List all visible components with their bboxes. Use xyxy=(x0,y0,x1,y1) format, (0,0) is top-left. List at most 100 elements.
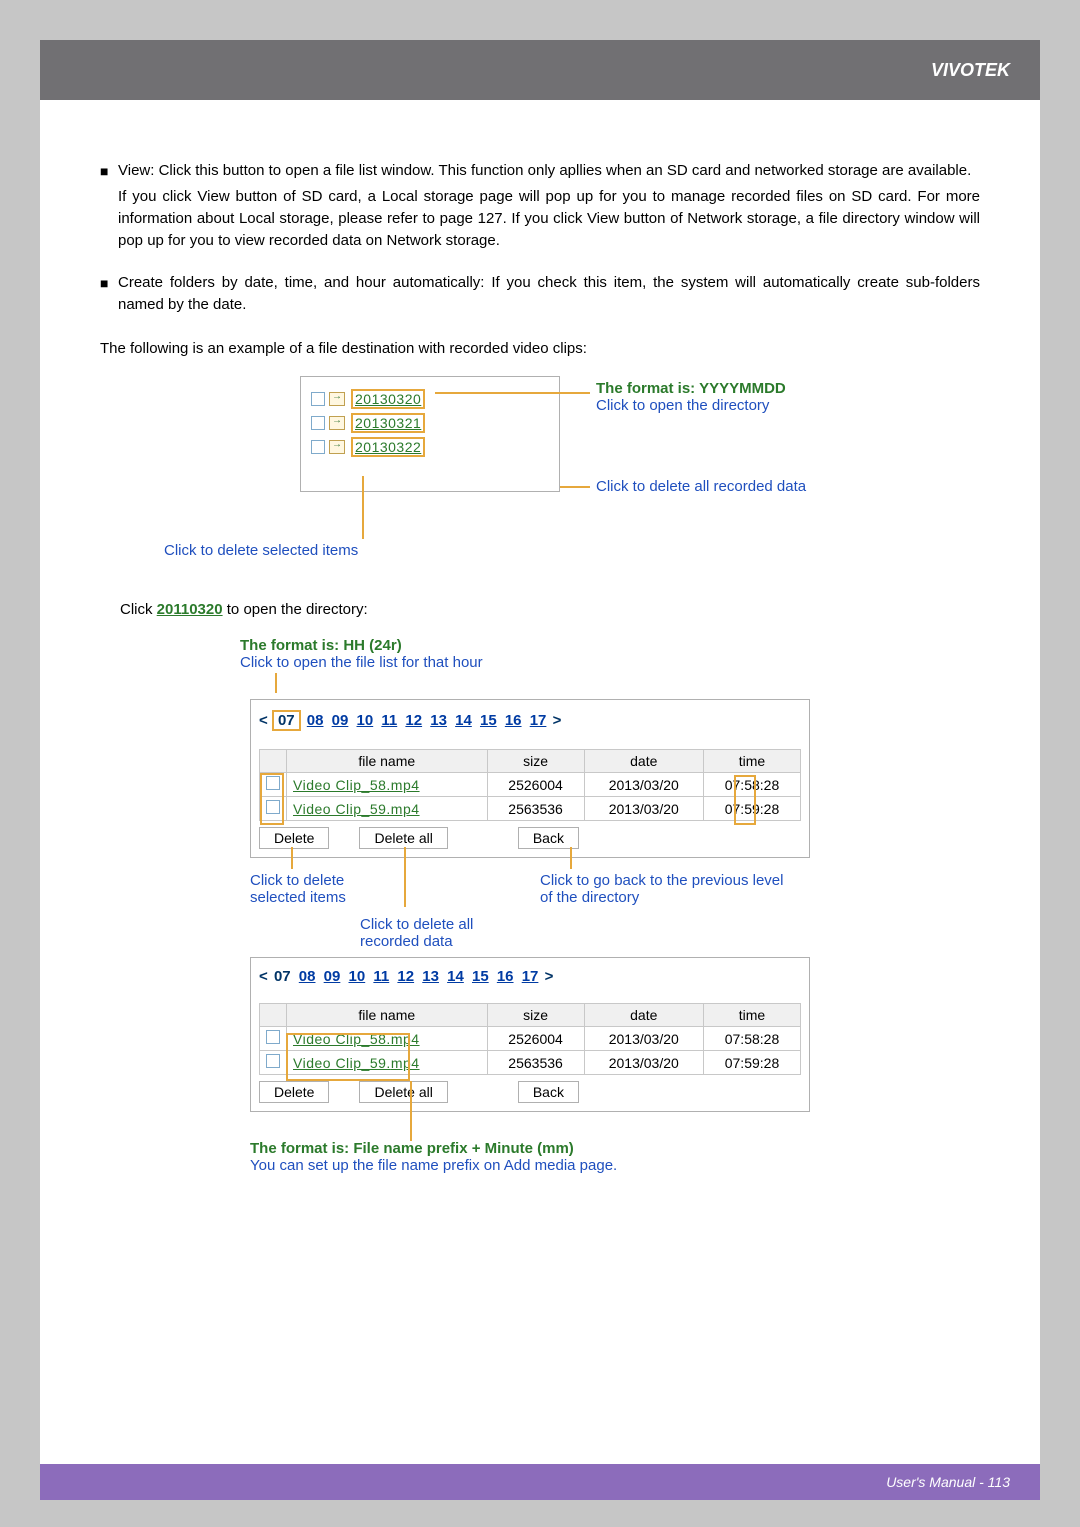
header: VIVOTEK xyxy=(40,40,1040,100)
th-size: size xyxy=(487,1004,584,1027)
checkbox[interactable] xyxy=(266,776,280,790)
connector xyxy=(435,392,590,394)
checkbox[interactable] xyxy=(266,1054,280,1068)
file-date: 2013/03/20 xyxy=(584,1027,703,1051)
delete-all-button[interactable]: Delete all xyxy=(359,1081,447,1103)
hour-link[interactable]: 10 xyxy=(349,968,366,985)
hour-link[interactable]: 17 xyxy=(522,968,539,985)
hour-current: 07 xyxy=(278,712,295,729)
hour-link[interactable]: 09 xyxy=(332,712,349,729)
connector xyxy=(560,486,590,488)
folder-link[interactable]: 20130322 xyxy=(351,437,425,457)
nav-right[interactable]: > xyxy=(553,712,562,729)
callout-green: The format is: YYYYMMDD xyxy=(596,380,786,397)
hour-link[interactable]: 15 xyxy=(480,712,497,729)
hour-link[interactable]: 10 xyxy=(357,712,374,729)
th-fname: file name xyxy=(287,1004,488,1027)
callout-back: Click to go back to the previous level o… xyxy=(540,872,800,906)
connector xyxy=(275,673,277,693)
manual-page: VIVOTEK ■ View: Click this button to ope… xyxy=(40,40,1040,1500)
hour-link[interactable]: 12 xyxy=(397,968,414,985)
callout-delete-all: Click to delete all recorded data xyxy=(596,478,806,495)
bullet-create-folders: ■ Create folders by date, time, and hour… xyxy=(100,272,980,316)
date-link[interactable]: 20110320 xyxy=(157,601,223,618)
hour-link[interactable]: 14 xyxy=(447,968,464,985)
th-date: date xyxy=(584,750,703,773)
file-link[interactable]: Video Clip_58.mp4 xyxy=(287,1027,488,1051)
file-date: 2013/03/20 xyxy=(584,797,703,821)
file-table: file name size date time Video Clip_58.m… xyxy=(259,749,801,821)
bullet-icon: ■ xyxy=(100,272,118,316)
callout-delete: Click to delete selected items xyxy=(250,872,390,906)
back-button[interactable]: Back xyxy=(518,827,579,849)
callout-blue: Click to open the directory xyxy=(596,397,769,414)
nav-left[interactable]: < xyxy=(259,968,268,985)
checkbox[interactable] xyxy=(266,1030,280,1044)
callout-blue: You can set up the file name prefix on A… xyxy=(250,1157,617,1174)
bullet-text: View: Click this button to open a file l… xyxy=(118,160,980,182)
callout-row: Click to delete selected items Click to … xyxy=(250,862,980,957)
folder-icon xyxy=(329,440,345,454)
brand: VIVOTEK xyxy=(931,60,1010,81)
hour-link[interactable]: 16 xyxy=(505,712,522,729)
file-panel-wrap2: < 07 08 09 10 11 12 13 14 15 16 17 > xyxy=(250,957,980,1112)
hour-link[interactable]: 11 xyxy=(373,968,389,985)
footer: User's Manual - 113 xyxy=(40,1464,1040,1500)
checkbox[interactable] xyxy=(311,392,325,406)
hour-link[interactable]: 09 xyxy=(324,968,341,985)
file-size: 2526004 xyxy=(487,1027,584,1051)
delete-button[interactable]: Delete xyxy=(259,1081,329,1103)
callout-delete-all: Click to delete all recorded data xyxy=(360,916,520,950)
folder-link[interactable]: 20130321 xyxy=(351,413,425,433)
nav-right[interactable]: > xyxy=(545,968,554,985)
file-time: 07:58:28 xyxy=(703,773,800,797)
file-link[interactable]: Video Clip_58.mp4 xyxy=(287,773,488,797)
hour-link[interactable]: 11 xyxy=(381,712,397,729)
txt: to open the directory: xyxy=(227,601,368,618)
hour-link[interactable]: 14 xyxy=(455,712,472,729)
checkbox[interactable] xyxy=(311,440,325,454)
hour-link[interactable]: 08 xyxy=(307,712,324,729)
file-table: file name size date time Video Clip_58.m… xyxy=(259,1003,801,1075)
table-row: Video Clip_59.mp4 2563536 2013/03/20 07:… xyxy=(260,797,801,821)
delete-all-button[interactable]: Delete all xyxy=(359,827,447,849)
hour-link[interactable]: 16 xyxy=(497,968,514,985)
nav-left[interactable]: < xyxy=(259,712,268,729)
hour-link[interactable]: 13 xyxy=(430,712,447,729)
folder-link[interactable]: 20130320 xyxy=(351,389,425,409)
callout-filename: The format is: File name prefix + Minute… xyxy=(250,1140,980,1174)
checkbox[interactable] xyxy=(266,800,280,814)
th-time: time xyxy=(703,1004,800,1027)
file-size: 2563536 xyxy=(487,1051,584,1075)
file-time: 07:59:28 xyxy=(703,1051,800,1075)
file-panel: < 07 08 09 10 11 12 13 14 15 16 17 > xyxy=(250,699,810,858)
callout-format: The format is: YYYYMMDD Click to open th… xyxy=(596,380,786,414)
file-link[interactable]: Video Clip_59.mp4 xyxy=(287,1051,488,1075)
hour-link[interactable]: 12 xyxy=(405,712,422,729)
hour-link[interactable]: 13 xyxy=(422,968,439,985)
hour-link[interactable]: 17 xyxy=(530,712,547,729)
footer-text: User's Manual - 113 xyxy=(886,1474,1010,1490)
folder-icon xyxy=(329,416,345,430)
bullet-icon: ■ xyxy=(100,160,118,182)
file-time: 07:59:28 xyxy=(703,797,800,821)
hour-link[interactable]: 08 xyxy=(299,968,316,985)
table-row: Video Clip_58.mp4 2526004 2013/03/20 07:… xyxy=(260,1027,801,1051)
back-button[interactable]: Back xyxy=(518,1081,579,1103)
checkbox[interactable] xyxy=(311,416,325,430)
callout-hh: The format is: HH (24r) Click to open th… xyxy=(240,637,980,671)
th-fname: file name xyxy=(287,750,488,773)
bullet-text: Create folders by date, time, and hour a… xyxy=(118,272,980,316)
folder-example: 20130320 20130321 20130322 The format is… xyxy=(300,376,980,536)
file-size: 2563536 xyxy=(487,797,584,821)
file-panel-wrap1: < 07 08 09 10 11 12 13 14 15 16 17 > xyxy=(250,699,980,858)
hour-nav: < 07 08 09 10 11 12 13 14 15 16 17 > xyxy=(259,710,801,731)
example-intro: The following is an example of a file de… xyxy=(100,338,980,360)
hour-link[interactable]: 15 xyxy=(472,968,489,985)
hour-current: 07 xyxy=(274,968,291,985)
hour-nav: < 07 08 09 10 11 12 13 14 15 16 17 > xyxy=(259,968,801,985)
delete-button[interactable]: Delete xyxy=(259,827,329,849)
folder-row: 20130321 xyxy=(311,413,549,433)
file-link[interactable]: Video Clip_59.mp4 xyxy=(287,797,488,821)
file-date: 2013/03/20 xyxy=(584,1051,703,1075)
